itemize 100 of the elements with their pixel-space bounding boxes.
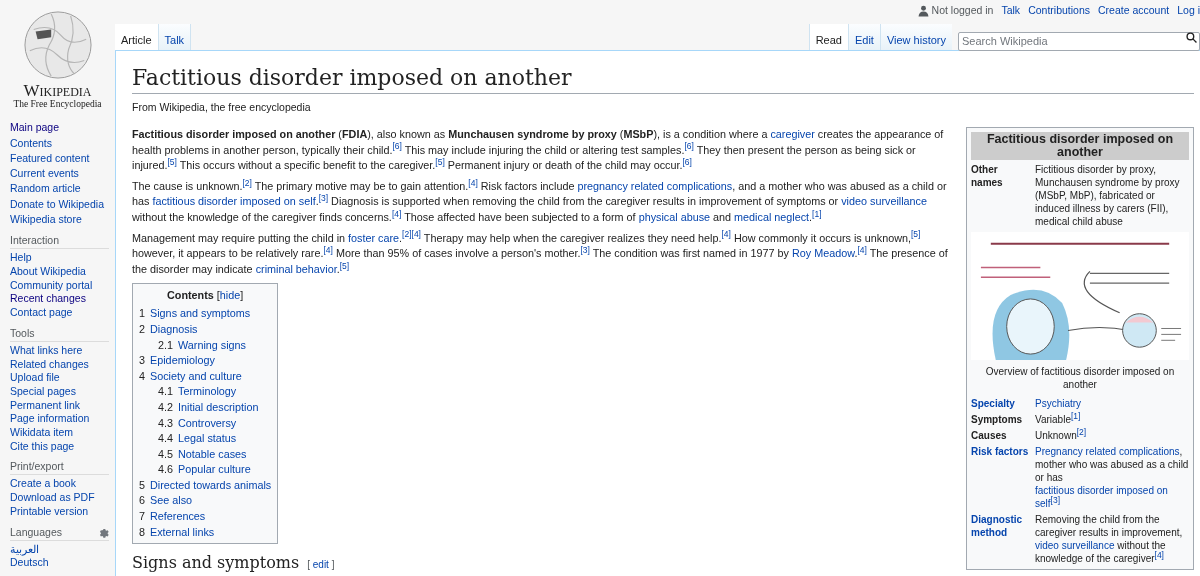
sidebar-link[interactable]: Related changes	[10, 357, 89, 372]
wordmark-tagline: The Free Encyclopedia	[13, 99, 102, 110]
view-tab[interactable]: View history	[879, 24, 952, 50]
toc-item[interactable]: 4.4 Legal status	[139, 431, 272, 447]
toc-item[interactable]: 4.5 Notable cases	[139, 446, 272, 463]
search-field[interactable]: Search Wikipedia	[958, 31, 1200, 51]
sidebar-link[interactable]: Featured content	[10, 150, 90, 167]
text-link[interactable]: medical neglect	[734, 210, 810, 223]
text-link[interactable]: criminal behavior	[255, 262, 337, 275]
reference-link[interactable]: [6]	[392, 141, 402, 152]
text-link[interactable]: complications	[1118, 446, 1180, 457]
image-caption: Overview of factitious disorder imposed on another	[984, 365, 1176, 391]
text-link[interactable]: Pregnancy related	[1035, 446, 1117, 457]
infobox-label[interactable]: Specialty	[971, 397, 1031, 410]
toc-item[interactable]: 2 Diagnosis	[139, 321, 272, 338]
sidebar-heading: Print/export	[10, 459, 64, 474]
text-link[interactable]: factitious disorder imposed on	[1035, 485, 1168, 496]
toc-item[interactable]: 2.1 Warning signs	[139, 337, 272, 354]
infobox-label: Symptoms	[971, 413, 1024, 426]
search-icon[interactable]	[1186, 32, 1197, 43]
reference-link[interactable]: [3]	[1050, 494, 1060, 505]
reference-link[interactable]: [2]	[402, 229, 412, 240]
page-tab[interactable]: Talk	[158, 24, 192, 50]
hide-link[interactable]: [hide]	[216, 287, 244, 304]
reference-link[interactable]: [5]	[339, 260, 350, 271]
sidebar-heading: Interaction	[10, 233, 60, 248]
infobox-label[interactable]: Diagnostic method	[971, 513, 1031, 565]
account-link[interactable]: Talk	[1001, 3, 1021, 19]
reference-link[interactable]: [4]	[1154, 549, 1164, 560]
account-link[interactable]: Contributions	[1028, 3, 1090, 19]
text-link[interactable]: foster care	[348, 231, 400, 244]
account-link[interactable]: Create account	[1098, 3, 1170, 19]
infobox-label[interactable]: Risk factors	[971, 445, 1031, 510]
reference-link[interactable]: [4]	[857, 244, 867, 255]
toc-item[interactable]: 4 Society and culture	[139, 368, 272, 385]
sidebar-heading: Tools	[10, 325, 35, 340]
text-link[interactable]: factitious disorder imposed on self	[152, 195, 316, 208]
infobox-title: Factitious disorder imposed on another	[971, 132, 1189, 160]
reference-link[interactable]: [6]	[682, 156, 692, 167]
toc-item[interactable]: 1 Signs and symptoms	[139, 306, 272, 322]
sidebar-link[interactable]: Random article	[10, 181, 81, 197]
reference-link[interactable]: [3]	[318, 193, 329, 204]
toc-item[interactable]: 7 References	[139, 509, 272, 525]
reference-link[interactable]: [4]	[468, 177, 478, 188]
account-link[interactable]: Log i	[1177, 3, 1200, 19]
section-heading: Signs and symptoms	[132, 553, 300, 573]
sidebar-link[interactable]: Deutsch	[10, 556, 49, 570]
text-link[interactable]: video surveillance	[1035, 540, 1115, 551]
reference-link[interactable]: [4]	[721, 229, 731, 240]
reference-link[interactable]: [6]	[684, 141, 694, 152]
sidebar-link[interactable]: Special pages	[10, 384, 76, 399]
toc-item[interactable]: 4.2 Initial description	[139, 399, 272, 416]
toc-item[interactable]: 6 See also	[139, 493, 272, 510]
toc-item[interactable]: 8 External links	[139, 524, 272, 541]
view-tab[interactable]: Edit	[847, 24, 880, 50]
sidebar-link[interactable]: العربية	[10, 542, 39, 557]
sidebar-link[interactable]: What links here	[10, 343, 83, 358]
toc-item[interactable]: 4.1 Terminology	[139, 384, 272, 400]
reference-link[interactable]: [5]	[435, 156, 445, 167]
sidebar-link[interactable]: Page information	[10, 412, 90, 427]
sidebar-link[interactable]: Printable version	[10, 504, 89, 519]
sidebar-link[interactable]: Community portal	[10, 278, 93, 293]
page-title: Factitious disorder imposed on another	[132, 64, 1194, 94]
sidebar-link[interactable]: Wikidata item	[10, 426, 73, 440]
toc-item[interactable]: 4.6 Popular culture	[139, 462, 272, 478]
reference-link[interactable]: [4]	[323, 244, 333, 255]
reference-link[interactable]: [2]	[1076, 426, 1087, 437]
sidebar-link[interactable]: Help	[10, 251, 32, 266]
infobox-value: Fictitious disorder by proxy, Munchausen syndrome by proxy (MSbP, MbP), fabricated or induced illness by carers (FII), medical child abuse	[1035, 163, 1181, 228]
sidebar-link[interactable]: Permanent link	[10, 398, 81, 413]
sidebar-link[interactable]: Contents	[10, 135, 53, 151]
text-link[interactable]: Psychiatry	[1035, 398, 1082, 409]
sidebar-link[interactable]: Main page	[10, 120, 60, 136]
reference-link[interactable]: [1]	[812, 208, 822, 219]
sidebar-link[interactable]: Download as PDF	[10, 491, 95, 505]
sidebar-link[interactable]: Wikipedia store	[10, 212, 82, 228]
toc-item[interactable]: 5 Directed towards animals	[139, 477, 272, 494]
reference-link[interactable]: [5]	[167, 156, 177, 167]
sidebar-link[interactable]: Cite this page	[10, 439, 75, 454]
toc-item[interactable]: 3 Epidemiology	[139, 353, 272, 369]
reference-link[interactable]: [5]	[910, 229, 921, 240]
reference-link[interactable]: [1]	[1070, 410, 1081, 421]
text-link[interactable]: caregiver	[770, 128, 815, 140]
edit-link[interactable]: [ edit ]	[307, 557, 335, 573]
text-link[interactable]: video surveillance	[841, 195, 928, 208]
page-tab[interactable]: Article	[115, 24, 159, 50]
reference-link[interactable]: [3]	[580, 244, 590, 255]
text-link[interactable]: self	[1035, 498, 1051, 509]
reference-link[interactable]: [4]	[391, 208, 402, 219]
text-link[interactable]: physical abuse	[638, 210, 711, 223]
view-tab[interactable]: Read	[808, 24, 848, 50]
sidebar-link[interactable]: Create a book	[10, 477, 76, 492]
sidebar-link[interactable]: Current events	[10, 166, 79, 182]
sidebar-link[interactable]: Donate to Wikipedia	[10, 196, 104, 213]
sidebar-link[interactable]: Recent changes	[10, 292, 86, 307]
reference-link[interactable]: [2]	[242, 177, 252, 188]
toc-item[interactable]: 4.3 Controversy	[139, 415, 272, 432]
sidebar-link[interactable]: Contact page	[10, 306, 73, 320]
sidebar-link[interactable]: About Wikipedia	[10, 265, 86, 279]
sidebar-link[interactable]: Upload file	[10, 371, 60, 385]
